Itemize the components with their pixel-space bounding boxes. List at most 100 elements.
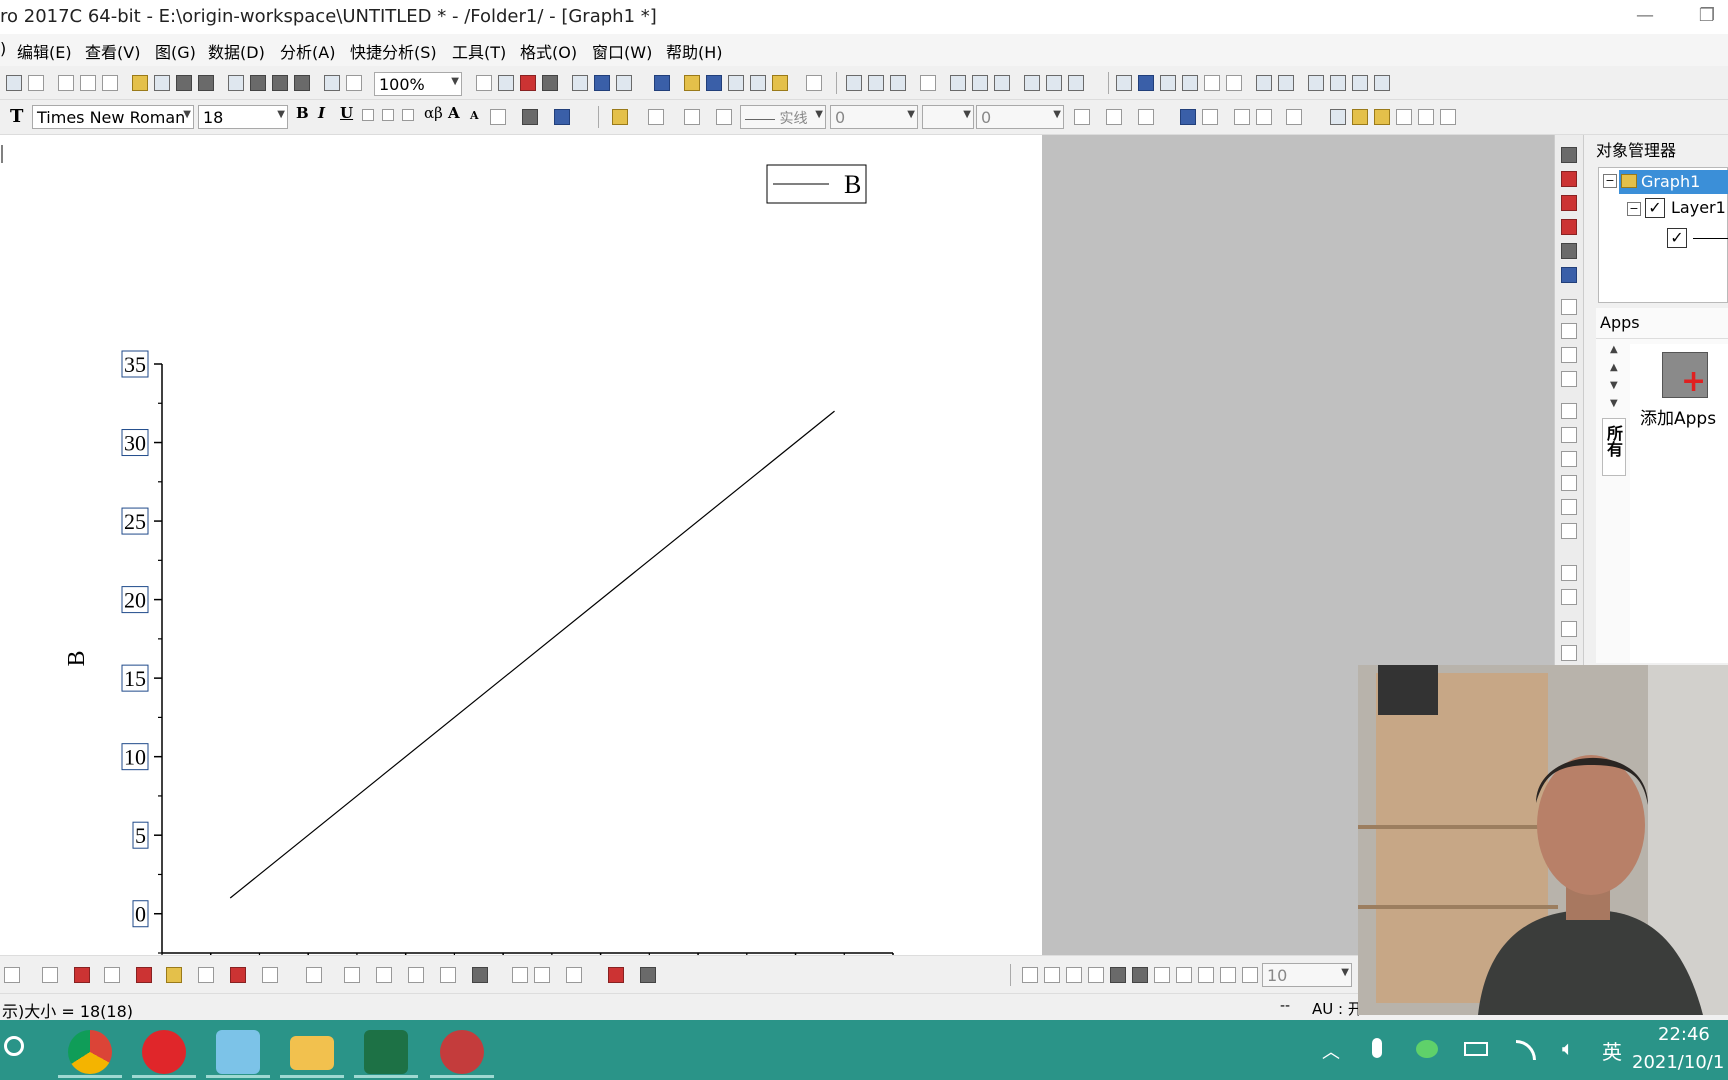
column-plot-icon[interactable] (74, 967, 90, 983)
polar-plot-icon[interactable] (198, 967, 214, 983)
menu-view[interactable]: 查看(V) (85, 39, 140, 63)
statistics-icon[interactable] (868, 75, 884, 91)
series-line[interactable] (229, 410, 835, 899)
graph-page[interactable]: 0510152025303505101520253035ABB (0, 135, 1042, 955)
histogram-icon[interactable] (994, 75, 1010, 91)
import-wizard-icon[interactable] (294, 75, 310, 91)
battery-icon[interactable] (1464, 1042, 1488, 1056)
y-tick-label[interactable]: 15 (124, 666, 146, 691)
group-tool-icon[interactable] (1561, 621, 1577, 637)
column-values-icon[interactable] (920, 75, 936, 91)
font-color-icon[interactable] (554, 109, 570, 125)
filter-remove-icon[interactable] (1068, 75, 1084, 91)
error-plot-icon[interactable] (136, 967, 152, 983)
volume-icon[interactable]: 🔈︎ (1562, 1036, 1574, 1060)
filter-icon[interactable] (1024, 75, 1040, 91)
swap-plot-icon[interactable] (566, 967, 582, 983)
supsub-icon[interactable] (402, 109, 414, 121)
new-workbook-icon[interactable] (6, 75, 22, 91)
align-right-icon[interactable] (1044, 967, 1060, 983)
menu-data[interactable]: 数据(D) (208, 39, 265, 63)
send-back-icon[interactable] (1220, 967, 1236, 983)
open-template-icon[interactable] (154, 75, 170, 91)
arrange-icon[interactable] (640, 967, 656, 983)
menu-window[interactable]: 窗口(W) (592, 39, 652, 63)
save-template-icon[interactable] (198, 75, 214, 91)
clock-time[interactable]: 22:46 (1658, 1024, 1710, 1045)
same-height-icon[interactable] (1176, 967, 1192, 983)
menu-help[interactable]: 帮助(H) (666, 39, 723, 63)
set-x-icon[interactable] (1116, 75, 1132, 91)
rotate-icon[interactable] (1561, 243, 1577, 259)
tree-item-graph1[interactable]: Graph1 (1619, 170, 1728, 194)
layer-extract-icon[interactable] (1418, 109, 1434, 125)
graph-svg[interactable]: 0510152025303505101520253035ABB (0, 135, 1042, 955)
zoom-in-icon[interactable] (1561, 171, 1577, 187)
area-plot-icon[interactable] (166, 967, 182, 983)
live2d-icon[interactable] (216, 1030, 260, 1074)
font-size-combo[interactable]: 18 ▼ (198, 105, 288, 129)
filter-clear-icon[interactable] (1046, 75, 1062, 91)
stock-plot-icon[interactable] (230, 967, 246, 983)
size-combo[interactable]: 0 ▼ (976, 105, 1064, 129)
contour-icon[interactable] (408, 967, 424, 983)
y-tick-label[interactable]: 5 (135, 823, 146, 848)
origin-icon[interactable] (440, 1030, 484, 1074)
import-single-icon[interactable] (250, 75, 266, 91)
layer-arrange-icon[interactable] (1396, 109, 1412, 125)
minimize-button[interactable]: — (1630, 4, 1660, 28)
menu-analysis[interactable]: 分析(A) (280, 39, 335, 63)
zoom-tool-icon[interactable] (706, 75, 722, 91)
file-explorer-icon[interactable] (290, 1036, 334, 1070)
italic-button[interactable]: I (318, 104, 325, 122)
line-style-combo[interactable]: 实线 ▼ (740, 105, 826, 129)
line-tool-icon[interactable] (1561, 451, 1577, 467)
reorder-icon[interactable] (608, 967, 624, 983)
y-tick-label[interactable]: 10 (124, 745, 146, 770)
first-page-icon[interactable] (1308, 75, 1324, 91)
next-page-icon[interactable] (1352, 75, 1368, 91)
hatch-icon[interactable] (1074, 109, 1090, 125)
unmask-icon[interactable] (1202, 109, 1218, 125)
3d-plot-icon[interactable] (262, 967, 278, 983)
new-matrix-icon[interactable] (58, 75, 74, 91)
add-apps-icon[interactable]: + (1662, 352, 1708, 398)
align-center-icon[interactable] (1110, 967, 1126, 983)
set-label-icon[interactable] (1204, 75, 1220, 91)
subject-icon[interactable] (1278, 75, 1294, 91)
y-axis-title[interactable]: B (64, 650, 90, 666)
screen-reader-icon[interactable] (1561, 299, 1577, 315)
align-left-icon[interactable] (1022, 967, 1038, 983)
subscript-icon[interactable] (382, 109, 394, 121)
swap-icon[interactable] (1256, 109, 1272, 125)
layer-delete-icon[interactable] (1440, 109, 1456, 125)
rescale-icon[interactable] (750, 75, 766, 91)
hierarchy-icon[interactable] (654, 75, 670, 91)
last-page-icon[interactable] (1374, 75, 1390, 91)
menu-graph[interactable]: 图(G) (155, 39, 196, 63)
unmask-plot-icon[interactable] (534, 967, 550, 983)
disregard-icon[interactable] (1226, 75, 1242, 91)
polygon-tool-icon[interactable] (1561, 523, 1577, 539)
settings-icon[interactable] (772, 75, 788, 91)
menu-tools[interactable]: 工具(T) (452, 39, 506, 63)
box-plot-icon[interactable] (104, 967, 120, 983)
align-tool-icon[interactable] (1561, 565, 1577, 581)
microphone-icon[interactable] (1372, 1038, 1382, 1058)
tree-label-layer1[interactable]: Layer1 (1671, 198, 1726, 217)
export-icon[interactable] (498, 75, 514, 91)
pointer-icon[interactable] (1561, 147, 1577, 163)
wire-icon[interactable] (376, 967, 392, 983)
zoom-combo[interactable]: 100% ▼ (374, 72, 462, 96)
align-bottom-icon[interactable] (1088, 967, 1104, 983)
mask-icon[interactable] (1180, 109, 1196, 125)
import-icon[interactable] (228, 75, 244, 91)
layer-add-icon[interactable] (1352, 109, 1368, 125)
layer-merge-icon[interactable] (1374, 109, 1390, 125)
bold-button[interactable]: B (296, 104, 309, 122)
scroll-down-icon[interactable]: ▼ (1610, 380, 1618, 391)
legend-label[interactable]: B (844, 170, 861, 199)
fill-color-icon[interactable] (612, 109, 628, 125)
layer1-checkbox[interactable]: ✓ (1645, 198, 1665, 218)
open-icon[interactable] (132, 75, 148, 91)
